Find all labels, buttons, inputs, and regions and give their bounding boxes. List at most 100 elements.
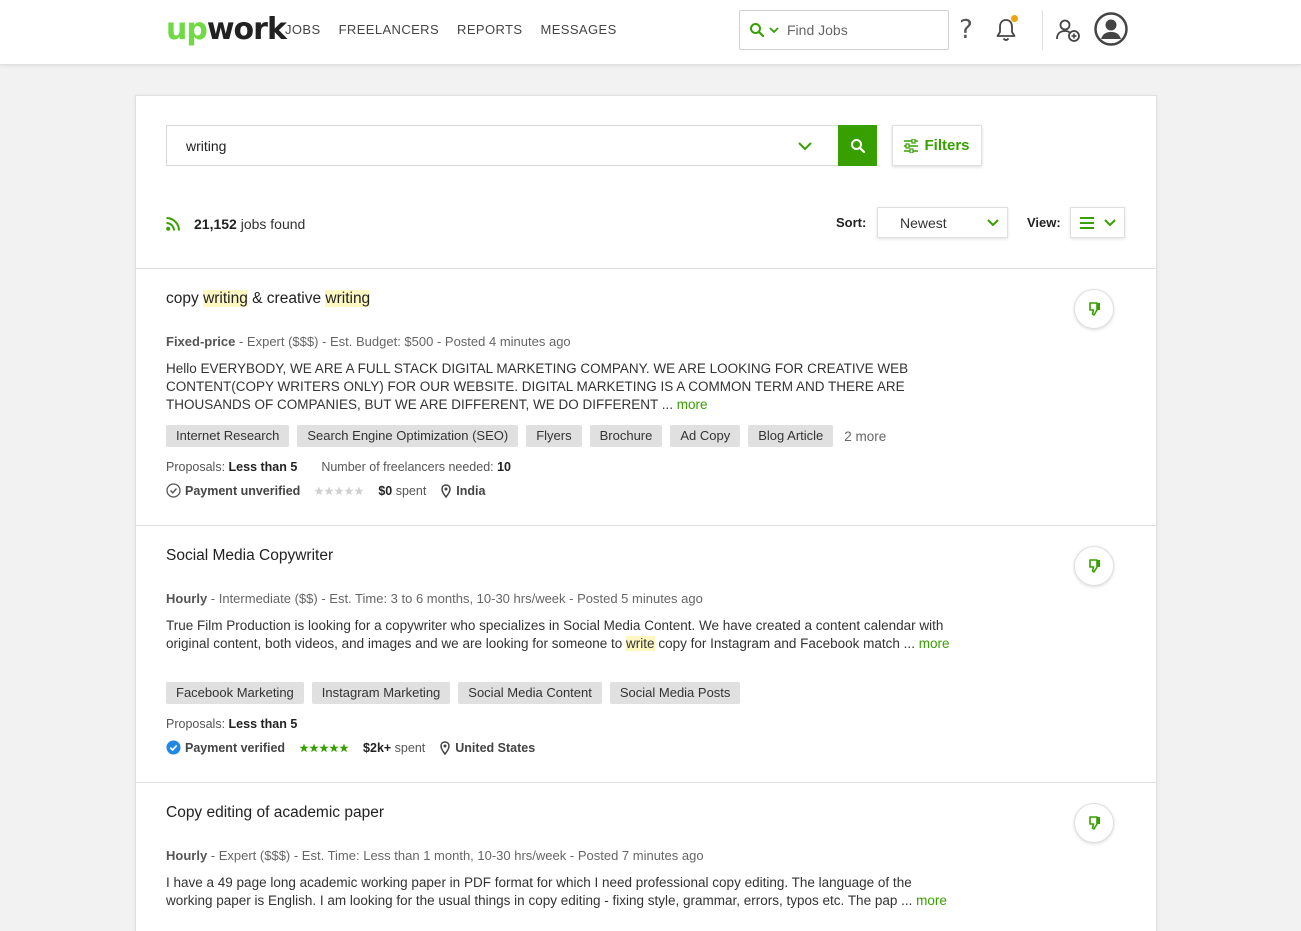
jobs-found-count: 21,152: [194, 216, 237, 232]
nav-link-messages[interactable]: MESSAGES: [540, 22, 616, 38]
results-summary: 21,152 jobs found: [166, 216, 305, 232]
freelancers-needed-info: Number of freelancers needed: 10: [321, 460, 511, 474]
job-search-panel: Filters 21,152 jobs found Sort: Newest V…: [135, 95, 1157, 931]
thumbs-down-icon: [1089, 816, 1100, 830]
job-search-input[interactable]: [186, 137, 786, 154]
job-meta-text: - Intermediate ($$) - Est. Time: 3 to 6 …: [207, 591, 703, 606]
title-highlight: writing: [325, 290, 371, 307]
proposals-info: Proposals: Less than 5: [166, 717, 297, 731]
client-info: Payment unverified $0 spent India: [166, 483, 485, 498]
spent-amount: $2k+: [363, 740, 392, 755]
payment-status: Payment verified: [185, 740, 286, 755]
skill-tag[interactable]: Social Media Content: [458, 682, 602, 704]
skill-tag[interactable]: Brochure: [589, 425, 663, 447]
job-description: Hello EVERYBODY, WE ARE A FULL STACK DIG…: [166, 360, 946, 414]
find-jobs-input[interactable]: [787, 22, 937, 38]
filters-button[interactable]: Filters: [892, 125, 982, 166]
view-label: View:: [1027, 215, 1061, 230]
star-icon: [329, 743, 339, 752]
spent-suffix: spent: [391, 740, 426, 755]
job-tile[interactable]: Social Media Copywriter Hourly - Interme…: [136, 525, 1156, 782]
skill-tag[interactable]: Ad Copy: [670, 425, 741, 447]
skill-tag[interactable]: Social Media Posts: [609, 682, 741, 704]
add-team-icon[interactable]: [1053, 15, 1083, 45]
freelancers-needed-value: 10: [497, 460, 512, 474]
sort-dropdown[interactable]: Newest: [877, 207, 1008, 238]
client-info: Payment verified $2k+ spent United State…: [166, 740, 535, 755]
sliders-icon: [904, 138, 919, 153]
proposals-info: Proposals: Less than 5: [166, 460, 297, 474]
client-location: India: [441, 484, 485, 498]
description-text: copy for Instagram and Facebook match ..…: [654, 636, 919, 651]
job-search-box[interactable]: [166, 125, 838, 166]
job-proposals-row: Proposals: Less than 5 Number of freelan…: [166, 460, 511, 474]
more-link[interactable]: more: [677, 397, 708, 412]
main-nav-links: JOBS FREELANCERS REPORTS MESSAGES: [285, 22, 617, 38]
star-icon: [334, 486, 344, 495]
job-title-link[interactable]: Social Media Copywriter: [166, 547, 333, 565]
job-title-link[interactable]: Copy editing of academic paper: [166, 804, 384, 822]
job-title-link[interactable]: copy writing & creative writing: [166, 290, 371, 308]
jobs-found-text: 21,152 jobs found: [194, 216, 305, 232]
nav-link-freelancers[interactable]: FREELANCERS: [339, 22, 439, 38]
star-icon: [354, 486, 364, 495]
job-description: I have a 49 page long academic working p…: [166, 874, 956, 910]
help-icon[interactable]: ?: [951, 15, 981, 45]
job-meta: Hourly - Intermediate ($$) - Est. Time: …: [166, 591, 703, 606]
more-skills-link[interactable]: 2 more: [844, 429, 886, 444]
logo-work-text: work: [206, 12, 287, 47]
rss-feed-icon[interactable]: [166, 217, 180, 231]
search-icon: [850, 138, 865, 153]
skill-tag[interactable]: Blog Article: [748, 425, 834, 447]
client-spent: $2k+ spent: [363, 741, 425, 755]
title-text: Social Media Copywriter: [166, 547, 334, 564]
skill-tag[interactable]: Flyers: [526, 425, 582, 447]
location-text: United States: [455, 740, 536, 755]
title-highlight: writing: [203, 290, 248, 307]
star-icon: [324, 486, 334, 495]
search-icon[interactable]: [749, 22, 765, 38]
list-view-icon: [1079, 216, 1094, 229]
user-avatar-icon[interactable]: [1094, 12, 1128, 46]
description-highlight: write: [626, 636, 655, 651]
job-meta-text: - Expert ($$$) - Est. Budget: $500 - Pos…: [235, 334, 571, 349]
logo-up-text: up: [166, 12, 208, 47]
nav-link-reports[interactable]: REPORTS: [457, 22, 522, 38]
chevron-down-icon: [1103, 218, 1116, 226]
title-text: & creative: [247, 290, 326, 307]
client-rating-stars: [314, 486, 364, 496]
more-link[interactable]: more: [919, 636, 950, 651]
more-link[interactable]: more: [916, 893, 947, 908]
search-button[interactable]: [838, 125, 877, 166]
nav-link-jobs[interactable]: JOBS: [285, 22, 321, 38]
client-rating-stars: [299, 743, 349, 753]
notification-dot: [1011, 15, 1018, 22]
notifications-bell-icon[interactable]: [991, 15, 1021, 45]
job-meta: Fixed-price - Expert ($$$) - Est. Budget…: [166, 334, 571, 349]
upwork-logo[interactable]: upwork: [166, 10, 287, 50]
job-type: Hourly: [166, 848, 208, 863]
skill-tag[interactable]: Search Engine Optimization (SEO): [297, 425, 519, 447]
payment-unverified-icon: [166, 483, 181, 498]
star-icon: [344, 486, 354, 495]
skill-tag[interactable]: Internet Research: [166, 425, 290, 447]
job-type: Hourly: [166, 591, 208, 606]
chevron-down-icon[interactable]: [769, 25, 779, 35]
job-tile[interactable]: copy writing & creative writing Fixed-pr…: [136, 268, 1156, 525]
thumbs-down-button[interactable]: [1074, 803, 1114, 843]
job-tile[interactable]: Copy editing of academic paper Hourly - …: [136, 782, 1156, 931]
thumbs-down-icon: [1089, 302, 1100, 316]
description-text: I have a 49 page long academic working p…: [166, 875, 917, 908]
chevron-down-icon[interactable]: [797, 138, 813, 154]
title-text: Copy editing of academic paper: [166, 804, 384, 821]
skill-tag[interactable]: Instagram Marketing: [311, 682, 451, 704]
thumbs-down-button[interactable]: [1074, 289, 1114, 329]
star-icon: [319, 743, 329, 752]
filters-label: Filters: [924, 137, 970, 154]
nav-search-box: [739, 10, 949, 50]
proposals-value: Less than 5: [228, 717, 298, 731]
thumbs-down-button[interactable]: [1074, 546, 1114, 586]
view-dropdown[interactable]: [1070, 207, 1125, 238]
job-meta: Hourly - Expert ($$$) - Est. Time: Less …: [166, 848, 704, 863]
skill-tag[interactable]: Facebook Marketing: [166, 682, 304, 704]
